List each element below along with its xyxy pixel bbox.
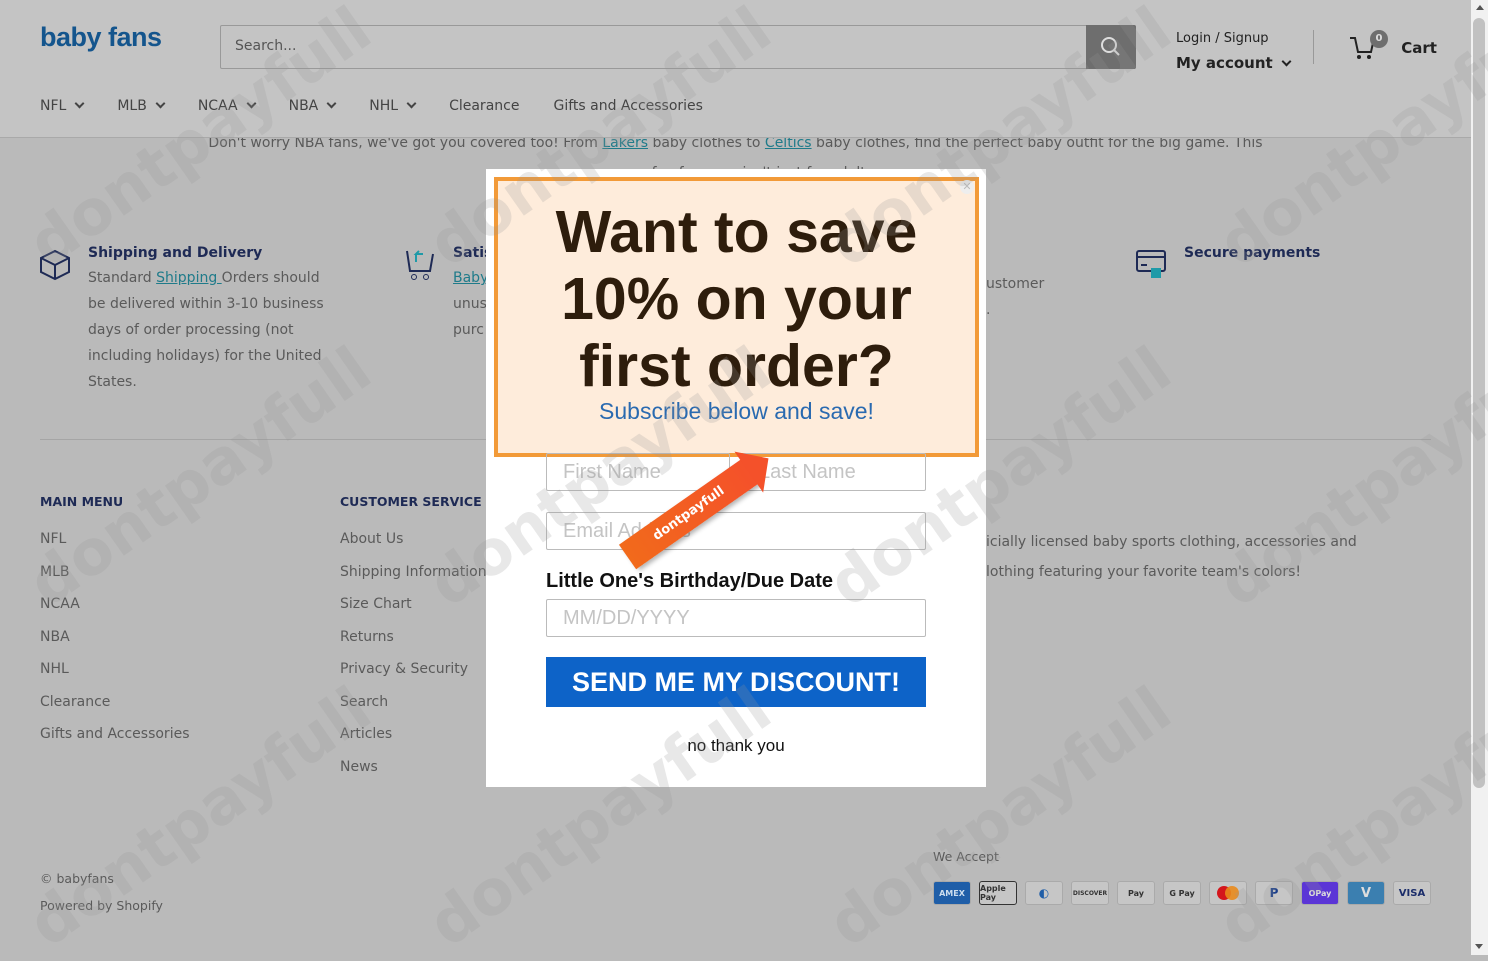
footer-about: icially licensed baby sports clothing, a…	[986, 534, 1357, 580]
google-pay-icon: G Pay	[1163, 881, 1201, 905]
chevron-down-icon	[74, 98, 85, 109]
nav-nfl[interactable]: NFL	[40, 98, 85, 114]
paypal-icon: P	[1255, 881, 1293, 905]
scrollbar-thumb[interactable]	[1473, 18, 1485, 788]
footer-link[interactable]: About Us	[340, 523, 487, 556]
nav-gifts[interactable]: Gifts and Accessories	[553, 98, 703, 114]
chevron-down-icon	[246, 98, 257, 109]
site-header: baby fans Search... Login / Signup My ac…	[0, 0, 1471, 138]
search-placeholder: Search...	[235, 38, 297, 54]
chevron-down-icon	[155, 98, 166, 109]
account-menu[interactable]: Login / Signup My account	[1176, 27, 1292, 77]
shipping-link[interactable]: Shipping	[156, 270, 222, 286]
discover-icon: DISCOVER	[1071, 881, 1109, 905]
date-label: Little One's Birthday/Due Date	[546, 570, 834, 592]
footer-link[interactable]: NCAA	[40, 588, 190, 621]
footer-link[interactable]: NHL	[40, 653, 190, 686]
feature-secure-payments: Secure payments	[1184, 245, 1321, 261]
secure-card-icon	[1136, 250, 1166, 278]
divider	[1313, 30, 1314, 64]
nav-nhl[interactable]: NHL	[369, 98, 417, 114]
footer-copyright: © babyfans Powered by Shopify	[40, 865, 163, 919]
scrollbar[interactable]	[1471, 0, 1488, 955]
modal-subheadline: Subscribe below and save!	[599, 398, 874, 424]
box-icon	[40, 249, 70, 281]
footer-link[interactable]: Gifts and Accessories	[40, 718, 190, 751]
nav-clearance[interactable]: Clearance	[449, 98, 519, 114]
email-input[interactable]: Email Address	[546, 512, 926, 550]
footer-link[interactable]: Returns	[340, 621, 487, 654]
footer-customer-service: CUSTOMER SERVICE About Us Shipping Infor…	[340, 494, 487, 783]
nav-nba[interactable]: NBA	[289, 98, 337, 114]
no-thank-you-link[interactable]: no thank you	[486, 736, 986, 756]
search-button[interactable]	[1086, 25, 1136, 69]
venmo-icon: V	[1347, 881, 1385, 905]
footer-link[interactable]: Clearance	[40, 686, 190, 719]
main-nav: NFL MLB NCAA NBA NHL Clearance Gifts and…	[40, 98, 737, 114]
cart-button[interactable]: 0 Cart	[1348, 30, 1437, 62]
birthday-input[interactable]: MM/DD/YYYY	[546, 599, 926, 637]
footer-link[interactable]: Articles	[340, 718, 487, 751]
watermark: dontpayfull	[1205, 672, 1488, 961]
shop-pay-icon: OPay	[1301, 881, 1339, 905]
footer-link[interactable]: Search	[340, 686, 487, 719]
footer-main-menu: MAIN MENU NFL MLB NCAA NBA NHL Clearance…	[40, 494, 190, 751]
my-account-button[interactable]: My account	[1176, 54, 1273, 72]
apple-pay-icon: Apple Pay	[979, 881, 1017, 905]
feature-partial: ustomer.	[986, 276, 1045, 318]
search-input[interactable]: Search...	[220, 25, 1136, 69]
visa-icon: VISA	[1393, 881, 1431, 905]
cart-count-badge: 0	[1370, 30, 1388, 48]
footer-link[interactable]: Size Chart	[340, 588, 487, 621]
mastercard-icon	[1209, 881, 1247, 905]
chevron-down-icon	[1281, 56, 1292, 67]
amex-icon: AMEX	[933, 881, 971, 905]
feature-shipping: Shipping and Delivery Standard Shipping …	[88, 245, 324, 390]
login-link[interactable]: Login / Signup	[1176, 27, 1290, 51]
nav-mlb[interactable]: MLB	[117, 98, 166, 114]
search-icon	[1101, 37, 1120, 56]
chevron-down-icon	[326, 98, 337, 109]
cart-return-icon	[406, 250, 434, 280]
payment-icons: AMEX Apple Pay ◐ DISCOVER Pay G Pay P OP…	[933, 881, 1431, 905]
we-accept-label: We Accept	[933, 849, 999, 864]
nav-ncaa[interactable]: NCAA	[198, 98, 257, 114]
close-button[interactable]: ✕	[960, 180, 974, 194]
footer-link[interactable]: NFL	[40, 523, 190, 556]
footer-link[interactable]: News	[340, 751, 487, 784]
shopify-link[interactable]: Powered by Shopify	[40, 892, 163, 919]
babyfans-logo[interactable]: baby fans	[40, 22, 162, 53]
subscribe-modal: Want to save 10% on your first order? Su…	[486, 169, 986, 787]
footer-link[interactable]: Shipping Information	[340, 556, 487, 589]
promo-banner: Want to save 10% on your first order? Su…	[494, 177, 979, 457]
footer-link[interactable]: MLB	[40, 556, 190, 589]
chevron-down-icon	[406, 98, 417, 109]
fb-pay-icon: Pay	[1117, 881, 1155, 905]
modal-headline: Want to save 10% on your first order?	[555, 199, 918, 399]
diners-icon: ◐	[1025, 881, 1063, 905]
scroll-up-icon[interactable]	[1475, 5, 1484, 10]
scroll-down-icon[interactable]	[1475, 944, 1483, 949]
send-discount-button[interactable]: SEND ME MY DISCOUNT!	[546, 657, 926, 707]
footer-link[interactable]: NBA	[40, 621, 190, 654]
footer-link[interactable]: Privacy & Security	[340, 653, 487, 686]
